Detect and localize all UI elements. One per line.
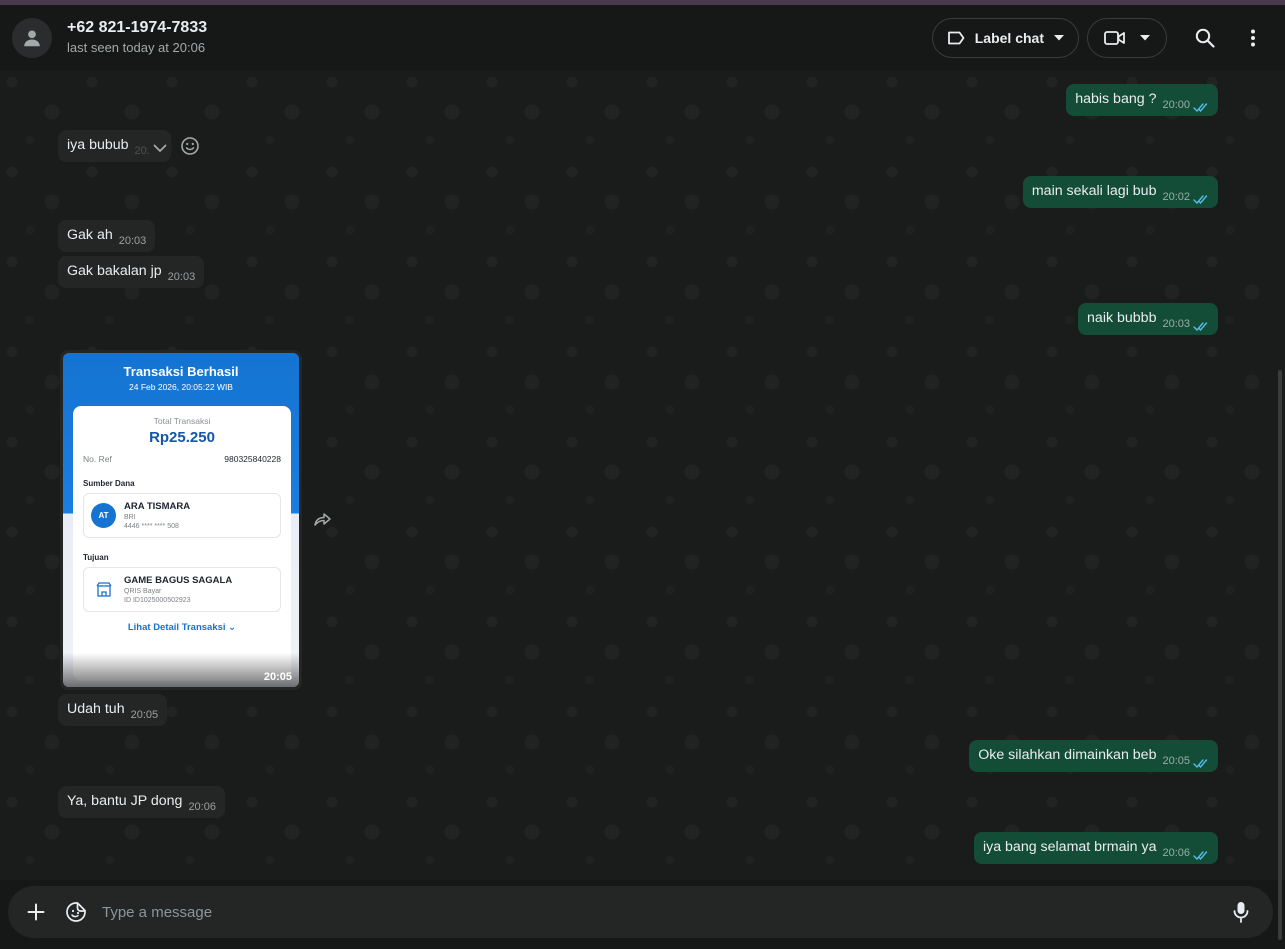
- message-input[interactable]: Type a message: [102, 904, 1227, 921]
- chevron-down-icon: [153, 144, 167, 152]
- receipt-amount: Rp25.250: [149, 429, 215, 446]
- forward-button[interactable]: [313, 511, 333, 532]
- double-check-icon: [1193, 851, 1208, 861]
- label-chat-button[interactable]: Label chat: [931, 17, 1079, 58]
- store-icon: [91, 577, 116, 602]
- plus-icon: [27, 903, 45, 921]
- message-text: Gak bakalan jp: [67, 263, 162, 279]
- message-menu-button[interactable]: [148, 136, 172, 160]
- message-text: main sekali lagi bub: [1031, 183, 1157, 199]
- receipt-source-account: 4446 **** **** 508: [124, 523, 179, 530]
- message-text: Ya, bantu JP dong: [67, 793, 183, 809]
- label-chat-label: Label chat: [974, 29, 1044, 46]
- search-icon: [1195, 28, 1215, 48]
- image-message[interactable]: Transaksi Berhasil 24 Feb 2026, 20:05:22…: [60, 350, 302, 690]
- react-button[interactable]: [180, 136, 200, 161]
- message-bubble-incoming[interactable]: Ya, bantu JP dong 20:06: [58, 786, 225, 818]
- message-time: 20:05: [263, 671, 292, 683]
- receipt-ref-row: No. Ref 980325840228: [83, 454, 281, 464]
- receipt-source-box: AT ARA TISMARA BRI 4446 **** **** 508: [83, 493, 281, 538]
- smiley-icon: [181, 137, 199, 155]
- forward-icon: [314, 513, 331, 526]
- message-bubble-outgoing[interactable]: main sekali lagi bub 20:02: [1022, 176, 1218, 208]
- message-text: habis bang ?: [1075, 91, 1157, 107]
- receipt-detail-link: Lihat Detail Transaksi ⌄: [127, 622, 237, 633]
- message-bubble-incoming[interactable]: Gak ah 20:03: [58, 220, 156, 252]
- receipt-ref-label: No. Ref: [83, 454, 112, 464]
- contact-status: last seen today at 20:06: [67, 40, 206, 55]
- message-time: 20:06: [1162, 847, 1190, 859]
- person-icon: [24, 29, 40, 46]
- contact-info[interactable]: +62 821-1974-7833 last seen today at 20:…: [67, 18, 207, 57]
- sticker-icon: [66, 902, 86, 922]
- message-bubble-outgoing[interactable]: naik bubbb 20:03: [1078, 303, 1218, 335]
- message-time: 20:00: [1162, 99, 1190, 111]
- attach-button[interactable]: [22, 898, 50, 926]
- source-initials-avatar: AT: [91, 503, 116, 528]
- caret-down-icon: [1054, 34, 1064, 40]
- receipt-dest-type: QRIS Bayar: [124, 588, 162, 595]
- message-text: Oke silahkan dimainkan beb: [978, 747, 1157, 763]
- double-check-icon: [1193, 759, 1208, 769]
- message-time: 20:03: [1162, 318, 1190, 330]
- chat-header: +62 821-1974-7833 last seen today at 20:…: [0, 5, 1285, 70]
- message-bubble-incoming[interactable]: Udah tuh 20:05: [58, 694, 168, 726]
- more-options-button[interactable]: [1233, 18, 1273, 58]
- chat-area: habis bang ? 20:00 iya bubub 20:00 main …: [0, 70, 1285, 940]
- message-time: 20:06: [188, 801, 216, 813]
- receipt-title: Transaksi Berhasil: [123, 364, 239, 379]
- receipt-dest-box: GAME BAGUS SAGALA QRIS Bayar ID ID102500…: [83, 567, 281, 612]
- voice-message-button[interactable]: [1227, 898, 1255, 926]
- message-text: iya bang selamat brmain ya: [982, 839, 1157, 855]
- message-time: 20:03: [167, 271, 196, 283]
- receipt-date: 24 Feb 2026, 20:05:22 WIB: [129, 382, 233, 392]
- receipt-card: Total Transaksi Rp25.250 No. Ref 9803258…: [73, 406, 291, 681]
- receipt-source-label: Sumber Dana: [83, 479, 135, 488]
- caret-down-icon: [1140, 34, 1150, 40]
- contact-name: +62 821-1974-7833: [67, 19, 208, 36]
- scrollbar[interactable]: [1278, 370, 1282, 940]
- transaction-receipt-image: Transaksi Berhasil 24 Feb 2026, 20:05:22…: [63, 353, 299, 687]
- receipt-source-bank: BRI: [124, 514, 136, 521]
- message-composer: Type a message: [8, 886, 1273, 938]
- message-bubble-outgoing[interactable]: Oke silahkan dimainkan beb 20:05: [969, 740, 1218, 772]
- message-time: 20:05: [130, 709, 159, 721]
- search-button[interactable]: [1185, 18, 1225, 58]
- video-call-button[interactable]: [1087, 17, 1167, 58]
- sticker-button[interactable]: [62, 898, 90, 926]
- message-text: Udah tuh: [67, 701, 125, 717]
- receipt-source-name: ARA TISMARA: [124, 501, 191, 512]
- message-time: 20:05: [1162, 755, 1190, 767]
- message-bubble-incoming[interactable]: Gak bakalan jp 20:03: [58, 256, 205, 288]
- double-check-icon: [1193, 195, 1208, 205]
- message-text: iya bubub: [67, 137, 129, 153]
- receipt-dest-name: GAME BAGUS SAGALA: [124, 575, 233, 586]
- header-actions: Label chat: [924, 17, 1273, 58]
- message-time: 20:02: [1162, 191, 1190, 203]
- message-bubble-outgoing[interactable]: habis bang ? 20:00: [1066, 84, 1218, 116]
- microphone-icon: [1233, 902, 1249, 923]
- double-check-icon: [1193, 103, 1208, 113]
- receipt-dest-label: Tujuan: [83, 553, 109, 562]
- message-time: 20:03: [118, 235, 147, 247]
- avatar[interactable]: [12, 17, 52, 58]
- receipt-ref-value: 980325840228: [224, 454, 281, 464]
- message-text: naik bubbb: [1087, 310, 1157, 326]
- message-text: Gak ah: [67, 227, 113, 243]
- kebab-menu-icon: [1251, 29, 1255, 46]
- receipt-total-label: Total Transaksi: [153, 416, 211, 426]
- double-check-icon: [1193, 322, 1208, 332]
- video-camera-icon: [1104, 30, 1125, 45]
- message-bubble-outgoing[interactable]: iya bang selamat brmain ya 20:06: [973, 832, 1218, 864]
- label-icon: [947, 31, 965, 44]
- receipt-dest-id: ID ID1025000502923: [124, 597, 191, 604]
